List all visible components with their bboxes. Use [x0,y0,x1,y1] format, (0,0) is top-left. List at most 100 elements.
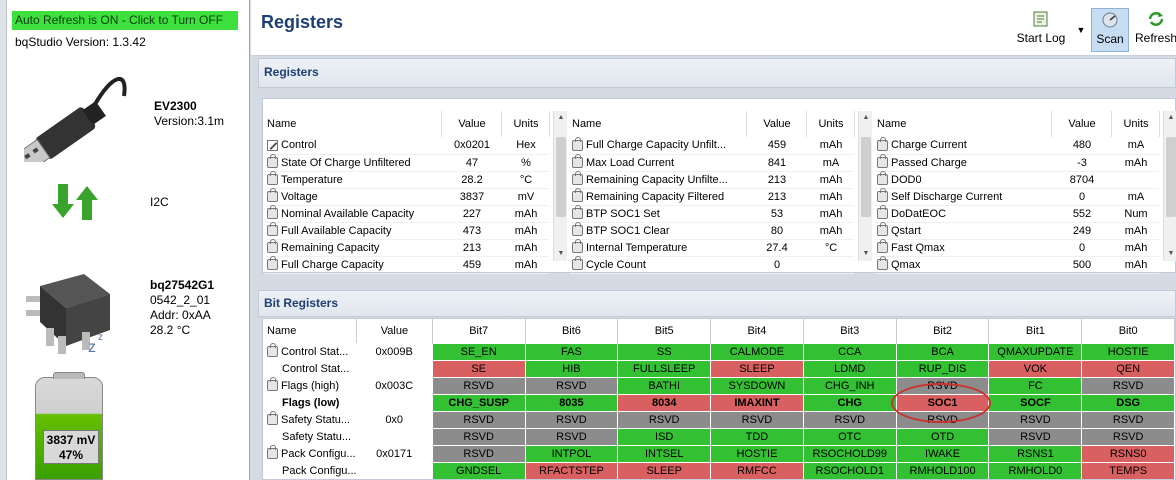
bit-cell[interactable]: INTPOL [524,444,619,463]
register-row[interactable]: Full Available Capacity 473 mAh [265,222,549,240]
scroll-up-icon[interactable]: ▲ [1166,113,1176,123]
scan-button[interactable]: Scan [1091,8,1129,52]
bit-cell[interactable]: RSVD [710,410,804,429]
bit-cell[interactable]: RSVD [524,376,619,395]
bit-cell[interactable]: IWAKE [895,444,990,463]
bit-cell[interactable]: BATHI [617,376,712,395]
bit-cell[interactable]: FAS [524,342,619,361]
refresh-button[interactable]: Refresh [1131,8,1176,52]
bit-cell[interactable]: SOCF [988,393,1083,412]
bit-cell[interactable]: DSG [1081,393,1175,412]
bit-cell[interactable]: CCA [802,342,897,361]
bit-cell[interactable]: OTC [802,427,897,446]
register-row[interactable]: Temperature 28.2 °C [265,171,549,189]
bit-cell[interactable]: FULLSLEEP [617,359,712,378]
bit-register-row[interactable]: Control Stat... SE HIB FULLSLEEP SLEEP LDMD RU… [263,359,1175,378]
bit-register-row[interactable]: Flags (high) 0x003C RSVD RSVD BATHI SYSDOWN CH… [263,376,1175,395]
bit-register-row[interactable]: Control Stat... 0x009B SE_EN FAS SS CALMODE CC… [263,342,1175,361]
bit-cell[interactable]: RSVD [1081,376,1175,395]
bit-cell[interactable]: HOSTIE [1081,342,1175,361]
bit-cell[interactable]: HOSTIE [710,444,804,463]
bit-cell[interactable]: VOK [988,359,1083,378]
register-row[interactable]: Internal Temperature 27.4 °C [570,239,854,257]
register-row[interactable]: DOD0 8704 [875,171,1159,189]
bit-cell[interactable]: RSOCHOLD1 [802,461,897,479]
bit-cell[interactable]: INTSEL [617,444,712,463]
scroll-down-icon[interactable]: ▼ [1166,249,1176,259]
bit-register-row[interactable]: Safety Statu... 0x0 RSVD RSVD RSVD RSVD RSVD RS… [263,410,1175,429]
register-row[interactable]: Full Charge Capacity 459 mAh [265,256,549,274]
bit-cell[interactable]: LDMD [802,359,897,378]
bit-cell[interactable]: FC [988,376,1083,395]
bit-cell[interactable]: SYSDOWN [710,376,804,395]
register-row[interactable]: Voltage 3837 mV [265,188,549,206]
bit-register-row[interactable]: Flags (low) CHG_SUSP 8035 8034 IMAXINT CHG SOC… [263,393,1175,412]
scroll-thumb[interactable] [861,137,871,217]
register-row[interactable]: BTP SOC1 Set 53 mAh [570,205,854,223]
bit-cell[interactable]: RMFCC [710,461,804,479]
register-row[interactable]: Cycle Count 0 [570,256,854,274]
scroll-thumb[interactable] [1166,137,1176,217]
register-row[interactable]: Charge Current 480 mA [875,136,1159,155]
bit-cell[interactable]: CHG_INH [802,376,897,395]
bit-cell[interactable]: RFACTSTEP [524,461,619,479]
bit-cell[interactable]: QMAXUPDATE [988,342,1083,361]
bit-cell[interactable]: BCA [895,342,990,361]
bit-cell[interactable]: TDD [710,427,804,446]
bit-cell[interactable]: RSVD [431,427,526,446]
bit-cell[interactable]: RSVD [431,376,526,395]
bit-cell[interactable]: RMHOLD100 [895,461,990,479]
register-row[interactable]: Qstart 249 mAh [875,222,1159,240]
register-row[interactable]: DoDatEOC 552 Num [875,205,1159,223]
bit-cell[interactable]: 8035 [524,393,619,412]
bit-cell[interactable]: RSVD [431,444,526,463]
bit-cell[interactable]: RSVD [524,410,619,429]
scroll-up-icon[interactable]: ▲ [861,113,871,123]
bit-cell[interactable]: RSNS1 [988,444,1083,463]
bit-register-row[interactable]: Safety Statu... RSVD RSVD ISD TDD OTC OTD RSVD R… [263,427,1175,446]
register-row[interactable]: Fast Qmax 0 mAh [875,239,1159,257]
bit-cell[interactable]: HIB [524,359,619,378]
bit-cell[interactable]: RSVD [1081,427,1175,446]
bit-cell[interactable]: RSVD [524,427,619,446]
bit-cell[interactable]: SS [617,342,712,361]
bit-cell[interactable]: IMAXINT [710,393,804,412]
bit-cell[interactable]: TEMPS [1081,461,1175,479]
auto-refresh-button[interactable]: Auto Refresh is ON - Click to Turn OFF [12,11,238,30]
register-row[interactable]: State Of Charge Unfiltered 47% [265,154,549,172]
bit-cell[interactable]: CHG_SUSP [431,393,526,412]
register-row[interactable]: Full Charge Capacity Unfilt... 459 mAh [570,136,854,155]
bit-cell[interactable]: GNDSEL [431,461,526,479]
bit-cell[interactable]: RSVD [802,410,897,429]
register-row[interactable]: Passed Charge -3 mAh [875,154,1159,172]
register-row[interactable]: Remaining Capacity Unfilte... 213 mAh [570,171,854,189]
bit-cell[interactable]: SE [431,359,526,378]
scrollbar[interactable]: ▲ ▼ [1163,111,1176,261]
bit-cell[interactable]: RMHOLD0 [988,461,1083,479]
register-row[interactable]: Remaining Capacity 213 mAh [265,239,549,257]
scroll-thumb[interactable] [556,137,566,217]
bit-cell[interactable]: RSOCHOLD99 [802,444,897,463]
scrollbar[interactable]: ▲ ▼ [858,111,872,261]
bit-cell[interactable]: QEN [1081,359,1175,378]
bit-cell[interactable]: RSVD [988,410,1083,429]
bit-cell[interactable]: SLEEP [710,359,804,378]
register-row[interactable]: Self Discharge Current 0 mA [875,188,1159,206]
register-row[interactable]: BTP SOC1 Clear 80 mAh [570,222,854,240]
bit-cell[interactable]: RSVD [1081,410,1175,429]
bit-cell[interactable]: RSNS0 [1081,444,1175,463]
scroll-down-icon[interactable]: ▼ [861,249,871,259]
bit-cell[interactable]: RSVD [431,410,526,429]
bit-cell[interactable]: SLEEP [617,461,712,479]
start-log-button[interactable]: Start Log [1011,8,1071,52]
register-row[interactable]: Nominal Available Capacity 227 mAh [265,205,549,223]
bit-cell[interactable]: CALMODE [710,342,804,361]
bit-cell[interactable]: RSVD [988,427,1083,446]
scrollbar[interactable]: ▲ ▼ [553,111,567,261]
bit-cell[interactable]: CHG [802,393,897,412]
bit-cell[interactable]: ISD [617,427,712,446]
register-row[interactable]: Remaining Capacity Filtered 213 mAh [570,188,854,206]
scroll-up-icon[interactable]: ▲ [556,113,566,123]
bit-register-row[interactable]: Pack Configu... GNDSEL RFACTSTEP SLEEP RMFCC… [263,461,1175,479]
bit-register-row[interactable]: Pack Configu... 0x0171 RSVD INTPOL INTSEL HOS… [263,444,1175,463]
